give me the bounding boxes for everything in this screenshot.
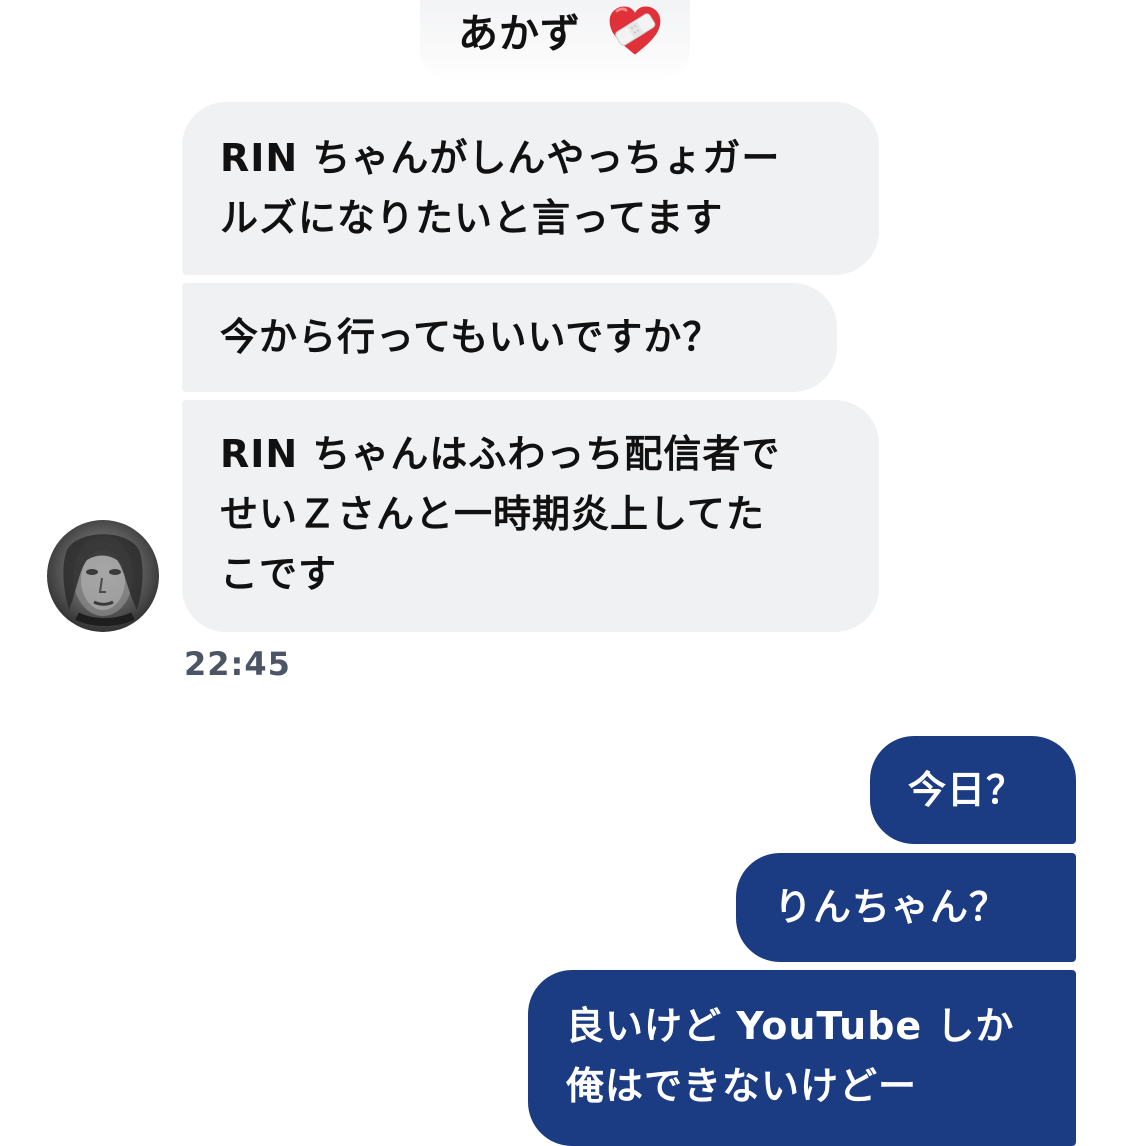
contact-avatar[interactable] [47, 520, 159, 632]
message-timestamp: 22:45 [184, 645, 291, 683]
incoming-message-bubble[interactable]: RIN ちゃんがしんやっちょガー ルズになりたいと言ってます [182, 102, 879, 275]
incoming-message-bubble[interactable]: 今から行ってもいいですか？ [182, 283, 837, 392]
contact-name[interactable]: あかず [458, 6, 581, 62]
outgoing-message-bubble[interactable]: 今日？ [870, 736, 1076, 844]
incoming-message-bubble[interactable]: RIN ちゃんはふわっち配信者で せいＺさんと一時期炎上してた こです [182, 400, 879, 632]
outgoing-message-bubble[interactable]: りんちゃん？ [736, 853, 1076, 962]
avatar-face-image [63, 534, 143, 626]
chat-header: あかず [0, 0, 1125, 80]
outgoing-message-bubble[interactable]: 良いけど YouTube しか 俺はできないけどー [528, 970, 1076, 1146]
mending-heart-icon [609, 6, 661, 55]
